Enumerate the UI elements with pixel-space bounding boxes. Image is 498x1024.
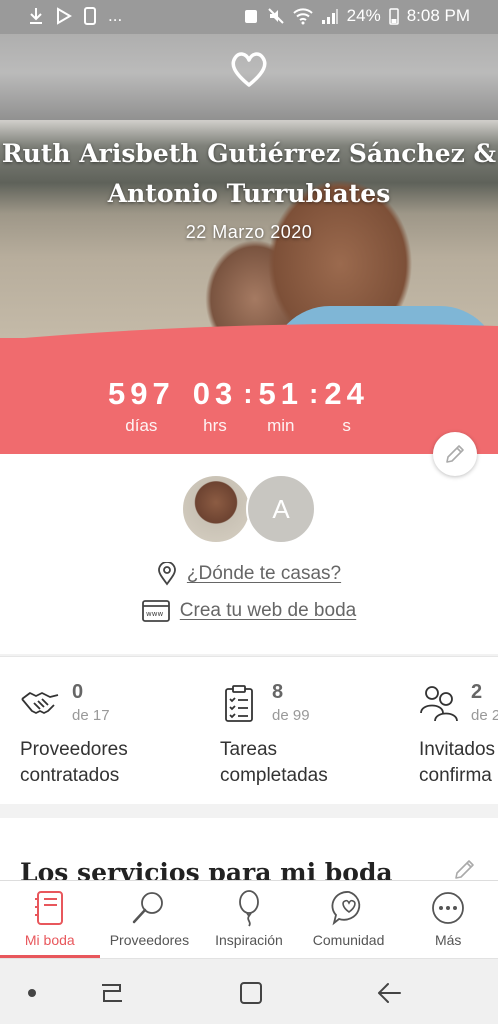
location-link[interactable]: ¿Dónde te casas? <box>0 562 498 586</box>
clipboard-checklist-icon <box>225 685 253 722</box>
assist-dot-icon[interactable] <box>18 979 46 1007</box>
notebook-icon <box>34 891 63 925</box>
nav-mi-boda[interactable]: Mi boda <box>0 881 100 958</box>
couple-names: Ruth Arisbeth Gutiérrez Sánchez & Antoni… <box>0 134 498 214</box>
services-section: Los servicios para mi boda <box>0 818 498 888</box>
countdown-timer: 597 días 03 hrs : 51 min : 24 s <box>108 376 369 436</box>
nav-inspiracion-label: Inspiración <box>215 932 283 948</box>
stat-guests-label-line1: Invitados <box>419 739 496 760</box>
stat-tasks-count: 8 <box>272 681 284 703</box>
nav-comunidad-label: Comunidad <box>312 932 385 948</box>
svg-text:www: www <box>146 610 163 618</box>
stat-tasks-label-line1: Tareas <box>220 739 278 760</box>
sim-icon <box>84 7 96 25</box>
countdown-days: 597 días <box>108 376 175 436</box>
battery-icon <box>388 8 399 25</box>
balloon-icon <box>239 890 259 927</box>
status-right: 24% 8:08 PM <box>243 6 470 26</box>
battery-percent: 24% <box>346 6 381 25</box>
more-notifications: ... <box>108 6 123 25</box>
countdown-gap <box>175 376 193 436</box>
countdown-minutes-label: min <box>267 416 295 435</box>
nav-mas-label: Más <box>434 932 462 948</box>
edit-profile-button[interactable] <box>433 432 477 476</box>
avatar-partner[interactable]: A <box>246 474 316 544</box>
location-link-text[interactable]: ¿Dónde te casas? <box>187 563 341 585</box>
couple-names-line2: Antonio Turrubiates <box>107 179 391 208</box>
bottom-navigation: Mi boda Proveedores Inspiración Comunida… <box>0 880 498 958</box>
countdown-banner: 597 días 03 hrs : 51 min : 24 s <box>0 323 498 454</box>
stat-vendors[interactable]: 0 de 17 Proveedores contratados <box>20 657 230 804</box>
countdown-seconds: 24 s <box>324 376 368 436</box>
nav-proveedores-label: Proveedores <box>109 932 190 948</box>
countdown-hours: 03 hrs <box>193 376 237 436</box>
stat-vendors-label-line1: Proveedores <box>20 739 128 760</box>
alarm-icon <box>244 10 257 23</box>
wifi-icon <box>292 8 313 25</box>
countdown-minutes-value: 51 <box>258 376 304 411</box>
countdown-days-value: 597 <box>108 376 175 411</box>
countdown-wave <box>0 323 498 342</box>
stat-vendors-label-line2: contratados <box>20 765 120 786</box>
nav-proveedores[interactable]: Proveedores <box>100 881 200 958</box>
more-icon <box>432 892 465 924</box>
search-icon <box>133 892 164 924</box>
stat-vendors-total: de 17 <box>72 707 110 724</box>
clock: 8:08 PM <box>406 6 470 25</box>
nav-comunidad[interactable]: Comunidad <box>299 881 399 958</box>
system-navigation-bar <box>0 958 498 1024</box>
edit-services-pencil-icon[interactable] <box>452 856 478 882</box>
stat-guests-count: 2 <box>471 681 483 703</box>
couple-names-line1: Ruth Arisbeth Gutiérrez Sánchez & <box>1 139 497 168</box>
stat-tasks-total: de 99 <box>272 707 310 724</box>
download-icon <box>30 8 42 24</box>
profile-card: A ¿Dónde te casas? www Crea tu web de bo… <box>0 432 498 654</box>
status-left: ... <box>28 6 122 26</box>
stat-tasks[interactable]: 8 de 99 Tareas completadas <box>220 657 430 804</box>
handshake-icon <box>21 692 59 714</box>
wedding-stats: 0 de 17 Proveedores contratados 8 de 99 … <box>0 656 498 804</box>
stat-guests-total: de 2 <box>471 707 498 724</box>
countdown-separator: : <box>243 378 253 409</box>
avatar-photo[interactable] <box>181 474 251 544</box>
create-web-link[interactable]: www Crea tu web de boda <box>0 600 498 622</box>
recent-apps-icon[interactable] <box>98 979 126 1007</box>
heart-logo-icon <box>231 52 267 87</box>
nav-mi-boda-label: Mi boda <box>24 932 75 948</box>
wedding-date: 22 Marzo 2020 <box>185 222 313 242</box>
back-button-icon[interactable] <box>376 979 404 1007</box>
nav-inspiracion[interactable]: Inspiración <box>199 881 299 958</box>
countdown-hours-label: hrs <box>203 416 227 435</box>
mute-icon <box>267 8 284 24</box>
website-icon: www <box>141 600 170 622</box>
create-web-link-text[interactable]: Crea tu web de boda <box>180 600 356 622</box>
countdown-days-label: días <box>125 416 158 435</box>
location-pin-icon <box>157 562 176 586</box>
status-bar: ... 24% 8:08 PM <box>0 0 498 34</box>
chat-heart-icon <box>331 891 360 926</box>
stat-tasks-label-line2: completadas <box>220 765 328 786</box>
countdown-separator: : <box>309 378 319 409</box>
signal-icon <box>321 9 338 24</box>
home-button-icon[interactable] <box>237 979 265 1007</box>
countdown-hours-value: 03 <box>192 376 238 411</box>
guests-icon <box>420 686 458 722</box>
stat-tasks-label: Tareas completadas <box>220 737 328 789</box>
stat-vendors-label: Proveedores contratados <box>20 737 128 789</box>
hero-cover-photo[interactable]: Ruth Arisbeth Gutiérrez Sánchez & Antoni… <box>0 34 498 344</box>
play-store-icon <box>57 7 72 25</box>
stat-guests[interactable]: 2 de 2 Invitados confirma <box>419 657 498 804</box>
stat-guests-label-line2: confirma <box>419 765 492 786</box>
nav-mas[interactable]: Más <box>398 881 498 958</box>
pencil-icon <box>446 445 464 463</box>
countdown-minutes: 51 min <box>259 376 303 436</box>
stat-guests-label: Invitados confirma <box>419 737 495 789</box>
countdown-seconds-value: 24 <box>324 376 369 411</box>
countdown-seconds-label: s <box>342 416 351 435</box>
stat-vendors-count: 0 <box>72 681 84 703</box>
